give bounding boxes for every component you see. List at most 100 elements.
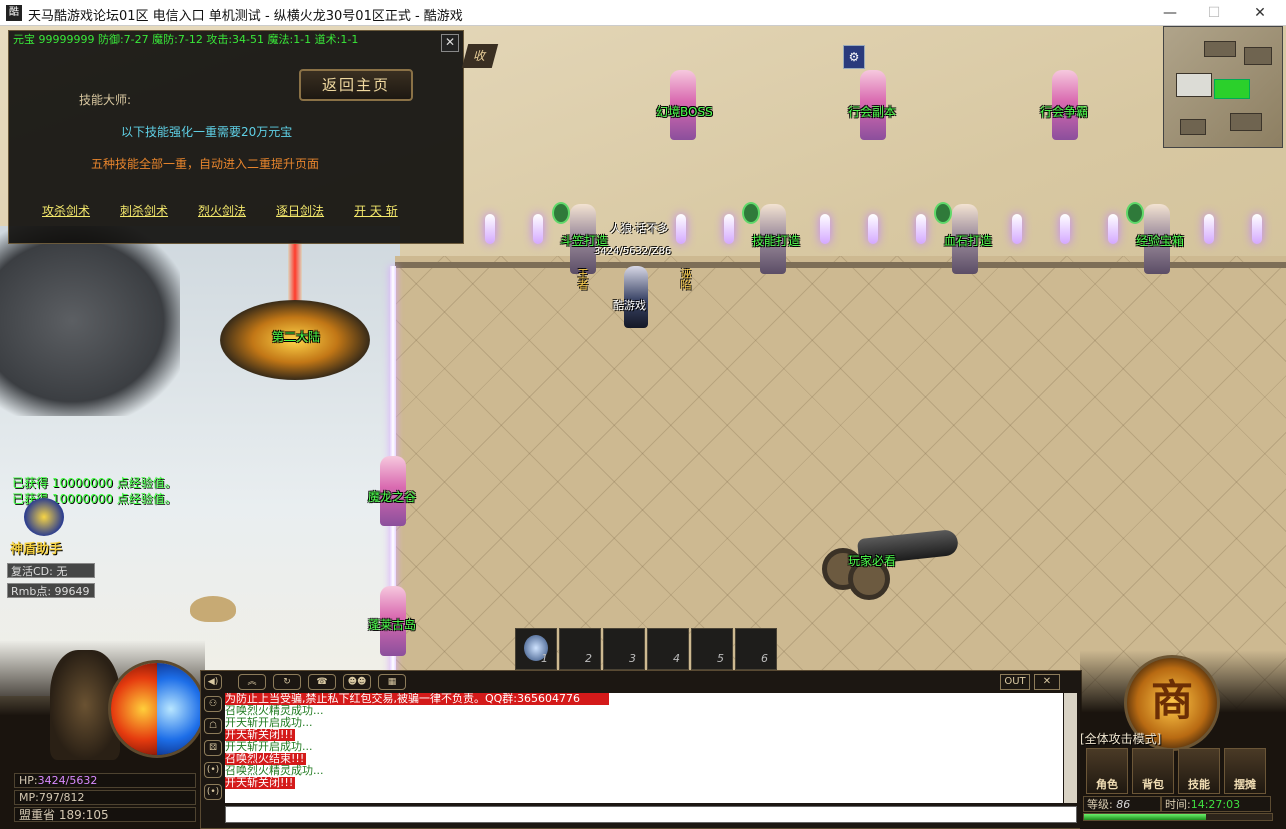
- hotbar-slot-2[interactable]: 2: [559, 628, 601, 670]
- hp-mp-orb: [108, 660, 206, 758]
- hotbar-slot-5[interactable]: 5: [691, 628, 733, 670]
- minimize-button[interactable]: —: [1150, 2, 1190, 24]
- skill-link-sky[interactable]: 开 天 斩: [354, 202, 398, 219]
- crystal-pillar: [1204, 214, 1214, 244]
- chat-line: 召唤烈火精灵成功...: [225, 764, 324, 777]
- chat-close-button[interactable]: ✕: [1034, 674, 1060, 690]
- chat-toolbar: ︽ ↻ ☎ ☻☻ ▦: [238, 674, 413, 690]
- sound-icon[interactable]: ◀): [204, 674, 222, 690]
- pet-left-name: 王者: [576, 268, 589, 290]
- mp-readout: MP:797/812: [14, 790, 196, 805]
- chat-input[interactable]: [225, 806, 1077, 823]
- chat-line: 开天斩关闭!!!: [225, 776, 296, 789]
- skill-link-list: 攻杀剑术 刺杀剑术 烈火剑法 逐日剑法 开 天 斩: [42, 202, 428, 219]
- chat-phone-button[interactable]: ☎: [308, 674, 336, 690]
- bag-button[interactable]: 背包: [1132, 748, 1174, 794]
- crystal-pillar: [916, 214, 926, 244]
- npc-label-dragon-valley: 魔龙之谷: [368, 490, 417, 504]
- hotbar-slot-3[interactable]: 3: [603, 628, 645, 670]
- crystal-pillar: [820, 214, 830, 244]
- player-guild-tag: 人狼·话不多: [610, 222, 669, 235]
- skill-cost-text: 以下技能强化一重需要20万元宝: [121, 125, 293, 139]
- quest-marker-icon[interactable]: ⚙: [843, 45, 865, 69]
- hotbar-slot-6[interactable]: 6: [735, 628, 777, 670]
- level-readout: 等级: 86: [1083, 796, 1161, 812]
- close-window-button[interactable]: ✕: [1240, 2, 1280, 24]
- npc-boss[interactable]: [658, 62, 708, 142]
- npc-label-skill-forge: 技能打造: [752, 234, 801, 248]
- stall-button[interactable]: 摆摊: [1224, 748, 1266, 794]
- npc-label-penglai-island: 蓬莱古岛: [368, 618, 417, 632]
- chat-expand-button[interactable]: ︽: [238, 674, 266, 690]
- chat-scrollbar[interactable]: [1064, 693, 1077, 803]
- chat-log[interactable]: 为防止上当受骗,禁止私下红包交易,被骗一律不负责。QQ群:365604776 召…: [225, 693, 1063, 803]
- chat-grid-button[interactable]: ▦: [378, 674, 406, 690]
- exp-bar-fill: [1084, 814, 1207, 820]
- exp-gain-message: 已获得 10000000 点经验值。: [12, 476, 177, 490]
- channel-icon[interactable]: (•): [204, 784, 222, 800]
- exp-bar: [1083, 813, 1273, 821]
- sand-sack: [190, 596, 236, 622]
- crystal-pillar: [1012, 214, 1022, 244]
- panel-close-button[interactable]: ✕: [441, 34, 459, 52]
- skill-link-fire[interactable]: 烈火剑法: [198, 202, 246, 219]
- crystal-pillar: [1108, 214, 1118, 244]
- character-stats: 元宝 99999999 防御:7-27 魔防:7-12 攻击:34-51 魔法:…: [13, 33, 359, 46]
- crystal-pillar: [1060, 214, 1070, 244]
- player-hp-text: 3424/5632/Z86: [594, 246, 672, 257]
- character-button[interactable]: 角色: [1086, 748, 1128, 794]
- revive-cooldown: 复活CD: 无: [7, 563, 95, 578]
- collapse-tab[interactable]: 收: [461, 44, 499, 68]
- crystal-pillar: [1252, 214, 1262, 244]
- shield-helper-label: 神盾助手: [10, 542, 63, 557]
- skill-link-attack[interactable]: 攻杀剑术: [42, 202, 90, 219]
- shield-helper[interactable]: 神盾助手: [10, 498, 78, 557]
- channel-icon[interactable]: ☖: [204, 718, 222, 734]
- logout-button[interactable]: OUT: [1000, 674, 1030, 690]
- channel-icon[interactable]: ⚇: [204, 696, 222, 712]
- npc-guild-dungeon[interactable]: [848, 62, 898, 142]
- maximize-button[interactable]: ☐: [1194, 2, 1234, 24]
- npc-label-exp-chest: 经验宝箱: [1136, 234, 1185, 248]
- hp-orb-half: [111, 663, 157, 755]
- crystal-pillar: [676, 214, 686, 244]
- app-icon: 酷: [6, 5, 22, 21]
- skill-link-thrust[interactable]: 刺杀剑术: [120, 202, 168, 219]
- location-readout: 盟重省 189:105: [14, 807, 196, 822]
- crystal-pillar: [485, 214, 495, 244]
- skill-auto-text: 五种技能全部一重，自动进入二重提升页面: [91, 157, 320, 171]
- chat-friends-button[interactable]: ☻☻: [343, 674, 371, 690]
- crystal-pillar: [724, 214, 734, 244]
- portal-label: 第二大陆: [272, 330, 321, 344]
- channel-icon[interactable]: (•): [204, 762, 222, 778]
- skill-button[interactable]: 技能: [1178, 748, 1220, 794]
- attack-mode[interactable]: [全体攻击模式]: [1080, 730, 1161, 747]
- pet-right-name: 诬陷: [679, 268, 692, 290]
- chat-line: 召唤烈火精灵成功...: [225, 704, 324, 717]
- npc-label-cannon: 玩家必看: [848, 554, 897, 568]
- channel-icon[interactable]: ⚄: [204, 740, 222, 756]
- npc-label-bloodstone-forge: 血石打造: [944, 234, 993, 248]
- npc-guild-war[interactable]: [1040, 62, 1090, 142]
- skill-master-title: 技能大师:: [79, 93, 132, 107]
- chat-line: 开天斩开启成功...: [225, 740, 313, 753]
- mp-orb-half: [157, 663, 203, 755]
- hotbar-slot-4[interactable]: 4: [647, 628, 689, 670]
- skill-link-sun[interactable]: 逐日剑法: [276, 202, 324, 219]
- skill-master-panel: 元宝 99999999 防御:7-27 魔防:7-12 攻击:34-51 魔法:…: [8, 30, 464, 244]
- minimap[interactable]: [1163, 26, 1283, 148]
- npc-label-guild-war: 行会争霸: [1040, 105, 1089, 119]
- chat-line: 开天斩开启成功...: [225, 716, 313, 729]
- window-titlebar: 酷 天马酷游戏论坛01区 电信入口 单机测试 - 纵横火龙30号01区正式 - …: [0, 0, 1286, 26]
- crystal-pillar: [868, 214, 878, 244]
- player-name: 酷游戏: [613, 299, 646, 312]
- chat-refresh-button[interactable]: ↻: [273, 674, 301, 690]
- teleport-portal[interactable]: [200, 240, 390, 390]
- return-home-button[interactable]: 返回主页: [299, 69, 413, 101]
- shield-helper-icon: [24, 498, 64, 536]
- hotbar-slot-1[interactable]: 1: [515, 628, 557, 670]
- npc-label-boss: 幻境BOSS: [656, 105, 713, 119]
- npc-label-guild-dungeon: 行会副本: [848, 105, 897, 119]
- crystal-pillar: [533, 214, 543, 244]
- hp-readout: HP:3424/5632: [14, 773, 196, 788]
